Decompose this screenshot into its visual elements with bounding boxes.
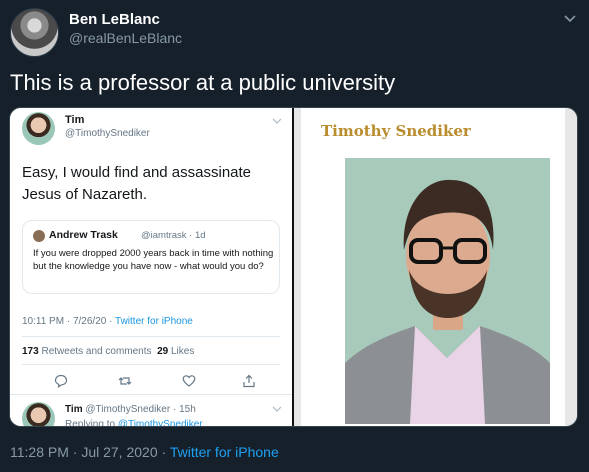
embedded-tweet-screenshot: Tim @TimothySnediker Easy, I would find … bbox=[10, 108, 292, 427]
reply-meta: @TimothySnediker · 15h bbox=[85, 404, 196, 415]
embedded-stats: 173 Retweets and comments 29 Likes bbox=[22, 346, 194, 357]
retweets-count: 173 bbox=[22, 346, 39, 357]
reply-header: Tim @TimothySnediker · 15h bbox=[65, 404, 196, 415]
profile-photo bbox=[345, 158, 550, 424]
chevron-down-icon[interactable] bbox=[562, 10, 578, 26]
tweet-media[interactable]: Tim @TimothySnediker Easy, I would find … bbox=[9, 107, 578, 427]
embedded-timestamp: 10:11 PM · 7/26/20 · Twitter for iPhone bbox=[22, 316, 193, 327]
replying-handle: @TimothySnediker bbox=[117, 419, 203, 427]
embedded-text: Easy, I would find and assassinate Jesus… bbox=[22, 164, 252, 203]
embedded-name: Tim bbox=[65, 114, 85, 126]
chevron-down-icon bbox=[272, 406, 282, 412]
quoted-text: If you were dropped 2000 years back in t… bbox=[33, 248, 274, 272]
embedded-avatar bbox=[22, 112, 55, 145]
divider bbox=[22, 364, 280, 365]
embedded-source: Twitter for iPhone bbox=[115, 316, 193, 327]
author-name[interactable]: Ben LeBlanc bbox=[69, 11, 160, 28]
tweet-header: Ben LeBlanc @realBenLeBlanc bbox=[10, 8, 580, 57]
tweet-text: This is a professor at a public universi… bbox=[10, 70, 396, 95]
quoted-tweet: Andrew Trask @iamtrask · 1d If you were … bbox=[22, 220, 280, 294]
quoted-meta: @iamtrask · 1d bbox=[141, 230, 206, 241]
chevron-down-icon bbox=[272, 118, 282, 124]
share-icon bbox=[243, 374, 255, 388]
tweet-source[interactable]: Twitter for iPhone bbox=[170, 444, 279, 460]
author-avatar[interactable] bbox=[10, 8, 59, 57]
quoted-name: Andrew Trask bbox=[49, 229, 118, 241]
replying-prefix: Replying to bbox=[65, 419, 116, 427]
profile-card: Timothy Snediker bbox=[301, 108, 565, 426]
tweet-timestamp[interactable]: 11:28 PM · Jul 27, 2020 · bbox=[10, 444, 166, 460]
replying-to: Replying to @TimothySnediker bbox=[65, 419, 203, 427]
embedded-handle: @TimothySnediker bbox=[65, 128, 150, 139]
embedded-time: 10:11 PM · 7/26/20 · bbox=[22, 316, 113, 327]
divider bbox=[22, 336, 280, 337]
likes-label: Likes bbox=[171, 346, 195, 357]
heart-icon bbox=[182, 375, 196, 387]
author-handle[interactable]: @realBenLeBlanc bbox=[69, 30, 182, 46]
divider bbox=[10, 394, 292, 395]
quoted-avatar bbox=[33, 230, 45, 242]
tweet-footer: 11:28 PM · Jul 27, 2020 · Twitter for iP… bbox=[10, 444, 279, 460]
reply-name: Tim bbox=[65, 404, 83, 415]
likes-count: 29 bbox=[157, 346, 169, 357]
profile-title: Timothy Snediker bbox=[321, 122, 471, 140]
profile-screenshot: Timothy Snediker bbox=[294, 108, 577, 426]
reply-icon bbox=[54, 374, 68, 388]
reply-avatar bbox=[22, 402, 55, 426]
retweet-icon bbox=[118, 377, 132, 385]
retweets-label: Retweets and comments bbox=[41, 346, 152, 357]
